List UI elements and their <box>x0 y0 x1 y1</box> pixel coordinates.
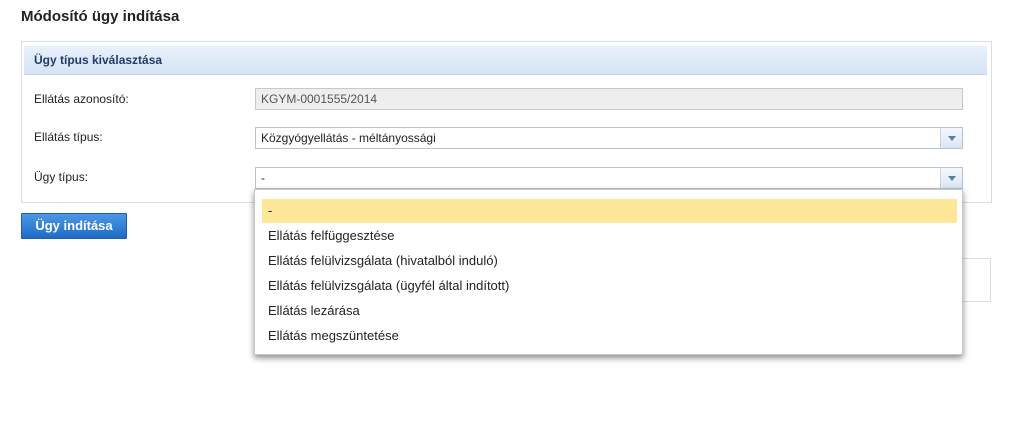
benefit-id-field: KGYM-0001555/2014 <box>255 88 963 110</box>
benefit-id-label: Ellátás azonosító: <box>34 92 129 106</box>
dropdown-option[interactable]: Ellátás lezárása <box>262 299 957 323</box>
case-type-select[interactable]: - <box>255 167 963 189</box>
benefit-type-label: Ellátás típus: <box>34 130 103 144</box>
page-title: Módosító ügy indítása <box>21 8 180 25</box>
benefit-type-value: Közgyógyellátás - méltányossági <box>261 131 436 145</box>
dropdown-option[interactable]: - <box>262 199 957 223</box>
dropdown-option[interactable]: Ellátás felülvizsgálata (ügyfél által in… <box>262 274 957 298</box>
dropdown-option[interactable]: Ellátás felülvizsgálata (hivatalból indu… <box>262 249 957 273</box>
benefit-type-trigger[interactable] <box>940 128 962 148</box>
case-type-panel: Ügy típus kiválasztása Ellátás azonosító… <box>21 41 992 203</box>
benefit-type-select[interactable]: Közgyógyellátás - méltányossági <box>255 127 963 149</box>
chevron-down-icon <box>948 176 956 181</box>
start-case-button[interactable]: Ügy indítása <box>21 213 127 239</box>
dropdown-option[interactable]: Ellátás megszüntetése <box>262 324 957 348</box>
case-type-trigger[interactable] <box>940 168 962 188</box>
background-panel-edge <box>960 258 991 302</box>
panel-header: Ügy típus kiválasztása <box>24 46 987 75</box>
panel-header-label: Ügy típus kiválasztása <box>34 53 163 67</box>
case-type-dropdown-list: - Ellátás felfüggesztése Ellátás felülvi… <box>254 189 963 355</box>
case-type-value: - <box>261 171 265 185</box>
dropdown-option[interactable]: Ellátás felfüggesztése <box>262 224 957 248</box>
case-type-label: Ügy típus: <box>34 170 89 184</box>
chevron-down-icon <box>948 136 956 141</box>
